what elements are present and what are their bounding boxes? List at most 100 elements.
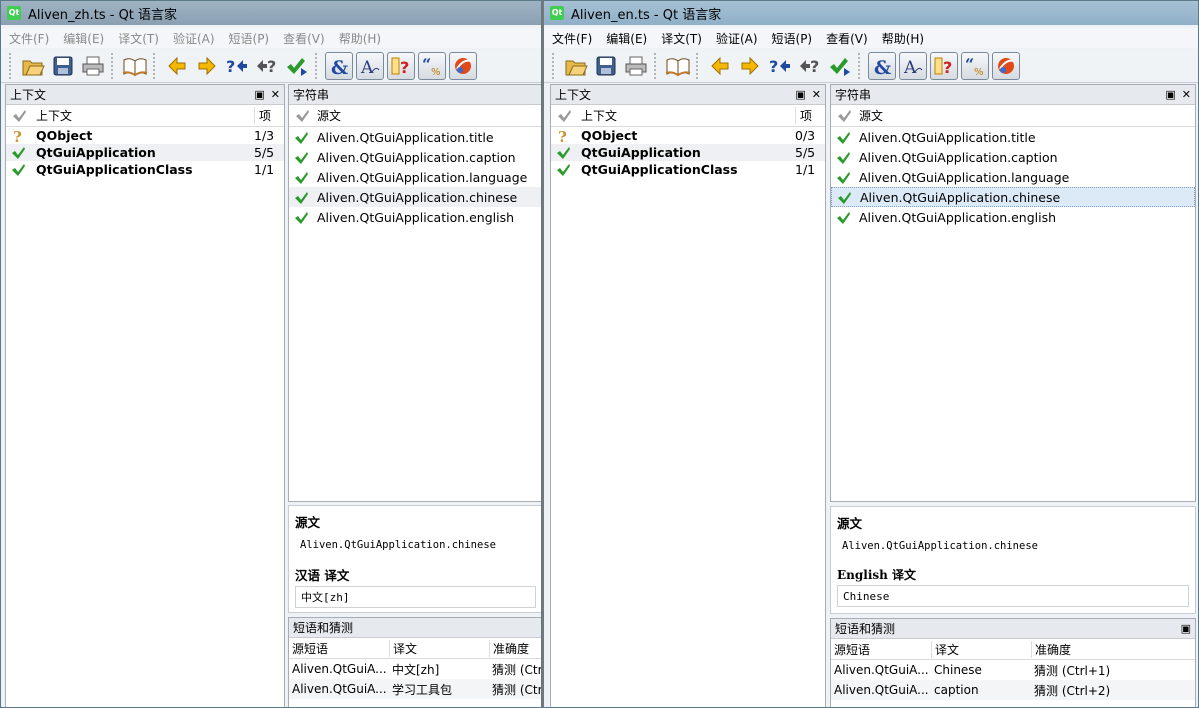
- menu-phrases[interactable]: 短语(P): [772, 30, 813, 47]
- close-icon[interactable]: ✕: [271, 88, 280, 101]
- phrase-row[interactable]: Aliven.QtGuiA... 中文[zh] 猜测 (Ctrl: [289, 659, 541, 679]
- menu-phrases[interactable]: 短语(P): [229, 30, 270, 47]
- menu-file[interactable]: 文件(F): [552, 30, 592, 47]
- translation-input[interactable]: Chinese: [837, 585, 1189, 607]
- punctuation-check-icon[interactable]: A: [899, 52, 927, 80]
- check-icon: [831, 171, 855, 184]
- menu-file[interactable]: 文件(F): [9, 30, 49, 47]
- context-row[interactable]: QtGuiApplication 5/5: [551, 144, 825, 161]
- message-editor: 源文 Aliven.QtGuiApplication.chinese Engli…: [830, 506, 1196, 614]
- open-icon[interactable]: [19, 52, 47, 80]
- accelerator-check-icon[interactable]: &: [325, 52, 353, 80]
- float-icon[interactable]: ▣: [795, 88, 805, 101]
- context-row[interactable]: QtGuiApplicationClass 1/1: [551, 161, 825, 178]
- title-bar[interactable]: Qt Aliven_zh.ts - Qt 语言家: [1, 1, 541, 25]
- phrasebook-icon[interactable]: [664, 52, 692, 80]
- string-row[interactable]: Aliven.QtGuiApplication.title: [831, 127, 1195, 147]
- float-icon[interactable]: ▣: [1165, 88, 1175, 101]
- prev-arrow-icon[interactable]: [706, 52, 734, 80]
- check-header-icon[interactable]: [6, 109, 32, 122]
- translation-input[interactable]: 中文[zh]: [295, 586, 536, 608]
- float-icon[interactable]: ▣: [254, 88, 264, 101]
- menu-edit[interactable]: 编辑(E): [63, 30, 104, 47]
- print-icon[interactable]: [622, 52, 650, 80]
- string-row[interactable]: Aliven.QtGuiApplication.caption: [289, 147, 541, 167]
- print-icon[interactable]: [79, 52, 107, 80]
- accelerator-check-icon[interactable]: &: [868, 52, 896, 80]
- prev-unfinished-icon[interactable]: ?: [223, 52, 251, 80]
- col-header-source-phrase[interactable]: 源短语: [831, 641, 931, 658]
- prev-arrow-icon[interactable]: [163, 52, 191, 80]
- menu-help[interactable]: 帮助(H): [339, 30, 381, 47]
- col-header-context[interactable]: 上下文: [32, 107, 254, 124]
- menu-edit[interactable]: 编辑(E): [606, 30, 647, 47]
- col-header-source[interactable]: 源文: [857, 107, 1195, 124]
- col-header-accuracy[interactable]: 准确度: [1031, 640, 1195, 658]
- context-count: 1/3: [254, 128, 275, 143]
- title-bar[interactable]: Qt Aliven_en.ts - Qt 语言家: [544, 1, 1198, 25]
- string-row[interactable]: Aliven.QtGuiApplication.caption: [831, 147, 1195, 167]
- next-arrow-icon[interactable]: [193, 52, 221, 80]
- placeholder-check-icon[interactable]: “%: [961, 52, 989, 80]
- close-icon[interactable]: ✕: [1182, 88, 1191, 101]
- col-header-context[interactable]: 上下文: [577, 107, 795, 124]
- svg-text:?: ?: [13, 129, 22, 143]
- save-icon[interactable]: [49, 52, 77, 80]
- phrase-accuracy: 猜测 (Ctr: [492, 682, 542, 697]
- col-header-items[interactable]: 项: [254, 107, 284, 124]
- string-row[interactable]: Aliven.QtGuiApplication.english: [831, 207, 1195, 227]
- context-row[interactable]: ? QObject 1/3: [6, 127, 284, 144]
- next-arrow-icon[interactable]: [736, 52, 764, 80]
- col-header-accuracy[interactable]: 准确度: [489, 639, 541, 657]
- menu-view[interactable]: 查看(V): [826, 30, 868, 47]
- check-icon: [831, 211, 855, 224]
- menu-view[interactable]: 查看(V): [283, 30, 325, 47]
- menu-translation[interactable]: 译文(T): [661, 30, 702, 47]
- context-name: QtGuiApplicationClass: [581, 162, 738, 177]
- next-unfinished-icon[interactable]: ?: [253, 52, 281, 80]
- done-next-icon[interactable]: [826, 52, 854, 80]
- save-icon[interactable]: [592, 52, 620, 80]
- context-row[interactable]: ? QObject 0/3: [551, 127, 825, 144]
- string-row[interactable]: Aliven.QtGuiApplication.english: [289, 207, 541, 227]
- phrase-check-icon[interactable]: ?: [930, 52, 958, 80]
- check-header-icon[interactable]: [831, 109, 857, 122]
- string-row[interactable]: Aliven.QtGuiApplication.title: [289, 127, 541, 147]
- check-header-icon[interactable]: [551, 109, 577, 122]
- col-header-translation[interactable]: 译文: [931, 640, 1031, 658]
- next-unfinished-icon[interactable]: ?: [796, 52, 824, 80]
- phrase-check-icon[interactable]: ?: [387, 52, 415, 80]
- phrase-row[interactable]: Aliven.QtGuiA... 学习工具包 猜测 (Ctr: [289, 679, 542, 699]
- phrase-row[interactable]: Aliven.QtGuiA... Chinese 猜测 (Ctrl+1): [831, 660, 1195, 680]
- punctuation-check-icon[interactable]: A: [356, 52, 384, 80]
- menu-help[interactable]: 帮助(H): [882, 30, 924, 47]
- string-row[interactable]: Aliven.QtGuiApplication.chinese: [289, 187, 541, 207]
- close-icon[interactable]: ✕: [812, 88, 821, 101]
- context-row[interactable]: QtGuiApplicationClass 1/1: [6, 161, 284, 178]
- surrounding-check-icon[interactable]: [992, 52, 1020, 80]
- col-header-source[interactable]: 源文: [315, 107, 541, 124]
- phrase-row[interactable]: Aliven.QtGuiA... caption 猜测 (Ctrl+2): [831, 680, 1195, 700]
- col-header-items[interactable]: 项: [795, 107, 825, 124]
- open-icon[interactable]: [562, 52, 590, 80]
- check-icon: [831, 151, 855, 164]
- placeholder-check-icon[interactable]: “%: [418, 52, 446, 80]
- context-row[interactable]: QtGuiApplication 5/5: [6, 144, 284, 161]
- svg-text:&: &: [331, 57, 348, 77]
- menu-validation[interactable]: 验证(A): [716, 30, 758, 47]
- menu-validation[interactable]: 验证(A): [173, 30, 215, 47]
- string-row[interactable]: Aliven.QtGuiApplication.language: [831, 167, 1195, 187]
- string-row[interactable]: Aliven.QtGuiApplication.language: [289, 167, 541, 187]
- menu-translation[interactable]: 译文(T): [118, 30, 159, 47]
- check-header-icon[interactable]: [289, 109, 315, 122]
- float-icon[interactable]: ▣: [1181, 622, 1191, 635]
- string-row[interactable]: Aliven.QtGuiApplication.chinese: [831, 187, 1195, 207]
- done-next-icon[interactable]: [283, 52, 311, 80]
- prev-unfinished-icon[interactable]: ?: [766, 52, 794, 80]
- phrasebook-icon[interactable]: [121, 52, 149, 80]
- col-header-translation[interactable]: 译文: [389, 639, 489, 657]
- surrounding-check-icon[interactable]: [449, 52, 477, 80]
- context-count: 5/5: [795, 145, 816, 160]
- svg-text:?: ?: [400, 58, 409, 77]
- col-header-source-phrase[interactable]: 源短语: [289, 640, 389, 657]
